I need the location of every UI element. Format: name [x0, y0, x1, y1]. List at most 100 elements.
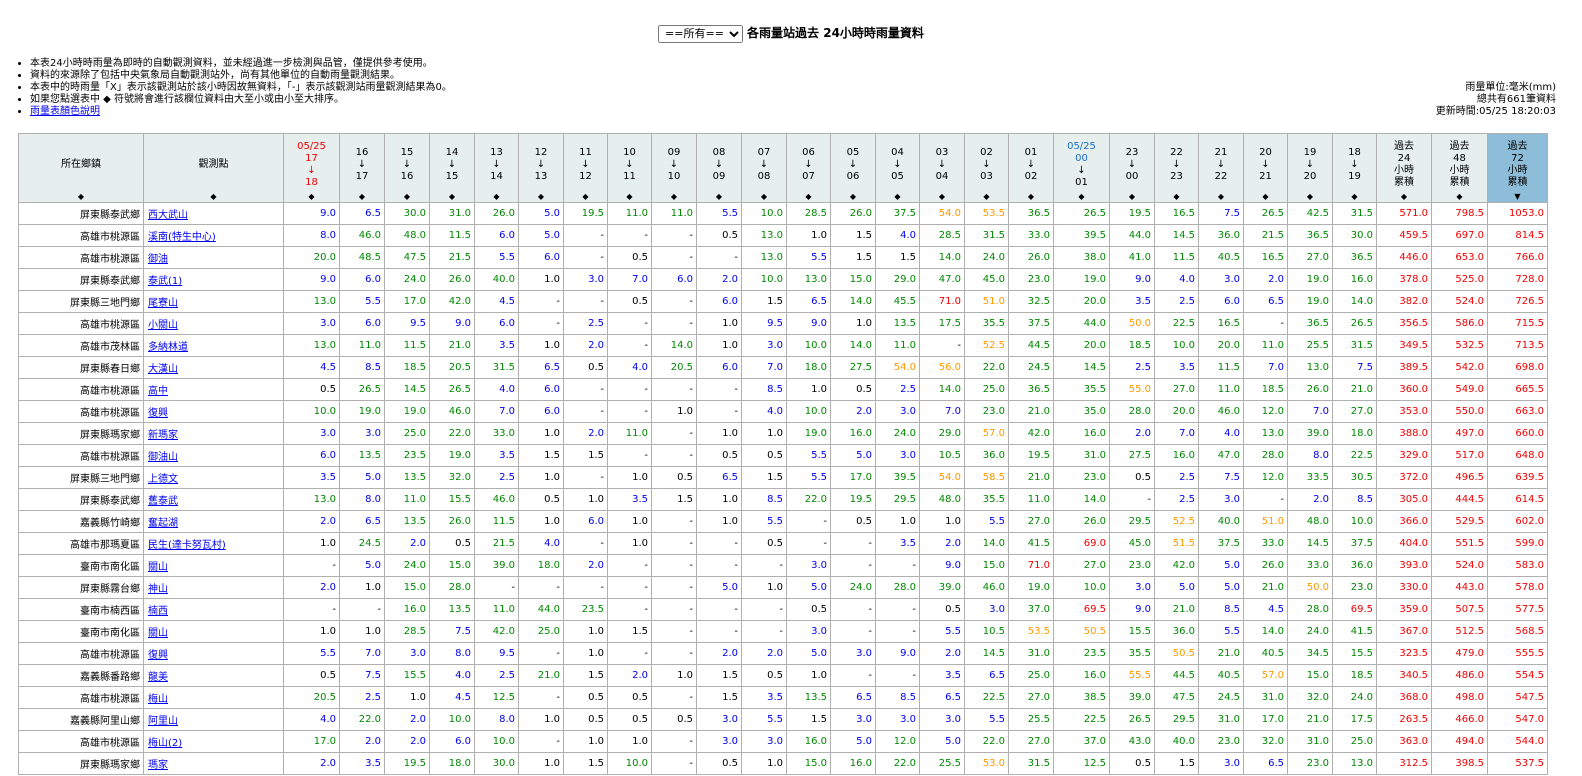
header-hour[interactable]: 05 ↓ 06 ◆ — [830, 133, 876, 203]
sort-icon[interactable]: ◆ — [1200, 192, 1243, 202]
station-link[interactable]: 關山 — [148, 628, 168, 639]
station-link[interactable]: 瑪家 — [148, 760, 168, 771]
station-link[interactable]: 泰武(1) — [148, 276, 182, 287]
sort-icon[interactable]: ◆ — [832, 192, 875, 202]
header-label: 07 ↓ 08 — [743, 147, 786, 189]
station-link[interactable]: 新瑪家 — [148, 430, 178, 441]
header-hour[interactable]: 13 ↓ 14 ◆ — [474, 133, 519, 203]
rain-cell: - — [651, 686, 697, 709]
sort-icon[interactable]: ◆ — [743, 192, 786, 202]
sort-icon[interactable]: ◆ — [653, 192, 696, 202]
station-link[interactable]: 奮起湖 — [148, 518, 178, 529]
sort-icon[interactable]: ◆ — [877, 192, 919, 202]
station-link[interactable]: 梅山(2) — [148, 738, 182, 749]
rain-cell: 20.5 — [283, 686, 340, 709]
sort-icon[interactable]: ◆ — [1111, 192, 1154, 202]
rain-cell: 36.5 — [1287, 224, 1333, 247]
header-hour[interactable]: 06 ↓ 07 ◆ — [786, 133, 831, 203]
station-link[interactable]: 小關山 — [148, 320, 178, 331]
station-link[interactable]: 梅山 — [148, 694, 168, 705]
station-link[interactable]: 大漢山 — [148, 364, 178, 375]
header-line: 14 — [490, 171, 503, 182]
station-link[interactable]: 復興 — [148, 650, 168, 661]
header-hour[interactable]: 12 ↓ 13 ◆ — [518, 133, 564, 203]
header-hour[interactable]: 05/25 17 ↓ 18 ◆ — [283, 133, 340, 203]
rain-cell: 24.0 — [384, 554, 430, 577]
rain-cell: 5.0 — [339, 554, 385, 577]
header-total[interactable]: 過去 48 小時 累積 ◆ — [1431, 133, 1488, 203]
station-link[interactable]: 楠西 — [148, 606, 168, 617]
station-link[interactable]: 民生(達卡努瓦村) — [148, 540, 226, 551]
header-total[interactable]: 過去 72 小時 累積 ▼ — [1487, 133, 1548, 203]
sort-icon[interactable]: ▼ — [1489, 192, 1547, 202]
header-hour[interactable]: 07 ↓ 08 ◆ — [741, 133, 787, 203]
station-link[interactable]: 多納林道 — [148, 342, 188, 353]
header-hour[interactable]: 14 ↓ 15 ◆ — [429, 133, 475, 203]
header-hour[interactable]: 19 ↓ 20 ◆ — [1287, 133, 1333, 203]
station-link[interactable]: 上德文 — [148, 474, 178, 485]
header-hour[interactable]: 09 ↓ 10 ◆ — [651, 133, 697, 203]
sort-icon[interactable]: ◆ — [145, 192, 283, 202]
region-select[interactable]: ==所有== — [658, 24, 744, 43]
station-link[interactable]: 御油山 — [148, 452, 178, 463]
header-hour[interactable]: 02 ↓ 03 ◆ — [964, 133, 1009, 203]
station-link[interactable]: 西大武山 — [148, 210, 188, 221]
sort-icon[interactable]: ◆ — [1010, 192, 1053, 202]
header-town[interactable]: 所在鄉鎮 ◆ — [18, 133, 144, 203]
sort-icon[interactable]: ◆ — [1055, 192, 1109, 202]
sort-icon[interactable]: ◆ — [476, 192, 518, 202]
rain-cell: 3.0 — [1198, 752, 1244, 775]
header-hour[interactable]: 18 ↓ 19 ◆ — [1332, 133, 1377, 203]
sort-icon[interactable]: ◆ — [1289, 192, 1332, 202]
sort-icon[interactable]: ◆ — [788, 192, 830, 202]
sort-icon[interactable]: ◆ — [431, 192, 474, 202]
sort-icon[interactable]: ◆ — [1245, 192, 1287, 202]
sort-icon[interactable]: ◆ — [20, 192, 143, 202]
header-hour[interactable]: 04 ↓ 05 ◆ — [875, 133, 920, 203]
header-hour[interactable]: 21 ↓ 22 ◆ — [1198, 133, 1244, 203]
sort-icon[interactable]: ◆ — [921, 192, 964, 202]
sort-icon[interactable]: ◆ — [698, 192, 741, 202]
rain-cell: 22.5 — [1332, 444, 1377, 467]
rain-cell: - — [518, 642, 564, 665]
sort-icon[interactable]: ◆ — [341, 192, 384, 202]
station-link[interactable]: 關山 — [148, 562, 168, 573]
header-hour[interactable]: 11 ↓ 12 ◆ — [563, 133, 608, 203]
sort-icon[interactable]: ◆ — [966, 192, 1008, 202]
station-link[interactable]: 龍美 — [148, 672, 168, 683]
station-link[interactable]: 阿里山 — [148, 716, 178, 727]
rain-cell: 2.5 — [474, 664, 519, 687]
header-hour[interactable]: 05/25 00 ↓ 01 ◆ — [1053, 133, 1110, 203]
sort-icon[interactable]: ◆ — [609, 192, 651, 202]
header-line: 18 — [1348, 147, 1361, 158]
header-hour[interactable]: 23 ↓ 00 ◆ — [1109, 133, 1155, 203]
station-link[interactable]: 神山 — [148, 584, 168, 595]
station-link[interactable]: 舊泰武 — [148, 496, 178, 507]
sort-icon[interactable]: ◆ — [386, 192, 429, 202]
header-hour[interactable]: 20 ↓ 21 ◆ — [1243, 133, 1288, 203]
sort-icon[interactable]: ◆ — [565, 192, 607, 202]
header-hour[interactable]: 15 ↓ 16 ◆ — [384, 133, 430, 203]
header-hour[interactable]: 01 ↓ 02 ◆ — [1008, 133, 1054, 203]
station-link[interactable]: 御油 — [148, 254, 168, 265]
station-link[interactable]: 尾寮山 — [148, 298, 178, 309]
total-cell: 578.0 — [1487, 576, 1548, 599]
color-legend-link[interactable]: 雨量表顏色說明 — [30, 106, 100, 117]
header-hour[interactable]: 10 ↓ 11 ◆ — [607, 133, 652, 203]
header-hour[interactable]: 08 ↓ 09 ◆ — [696, 133, 742, 203]
header-total[interactable]: 過去 24 小時 累積 ◆ — [1376, 133, 1432, 203]
sort-icon[interactable]: ◆ — [1433, 192, 1487, 202]
sort-icon[interactable]: ◆ — [1156, 192, 1198, 202]
header-station[interactable]: 觀測點 ◆ — [143, 133, 284, 203]
header-hour[interactable]: 22 ↓ 23 ◆ — [1154, 133, 1199, 203]
station-link[interactable]: 溪南(特生中心) — [148, 232, 216, 243]
header-hour[interactable]: 03 ↓ 04 ◆ — [919, 133, 965, 203]
sort-icon[interactable]: ◆ — [1378, 192, 1431, 202]
station-link[interactable]: 復興 — [148, 408, 168, 419]
rain-cell: 3.0 — [830, 642, 876, 665]
header-hour[interactable]: 16 ↓ 17 ◆ — [339, 133, 385, 203]
sort-icon[interactable]: ◆ — [1334, 192, 1376, 202]
sort-icon[interactable]: ◆ — [285, 192, 339, 202]
station-link[interactable]: 高中 — [148, 386, 168, 397]
sort-icon[interactable]: ◆ — [520, 192, 563, 202]
